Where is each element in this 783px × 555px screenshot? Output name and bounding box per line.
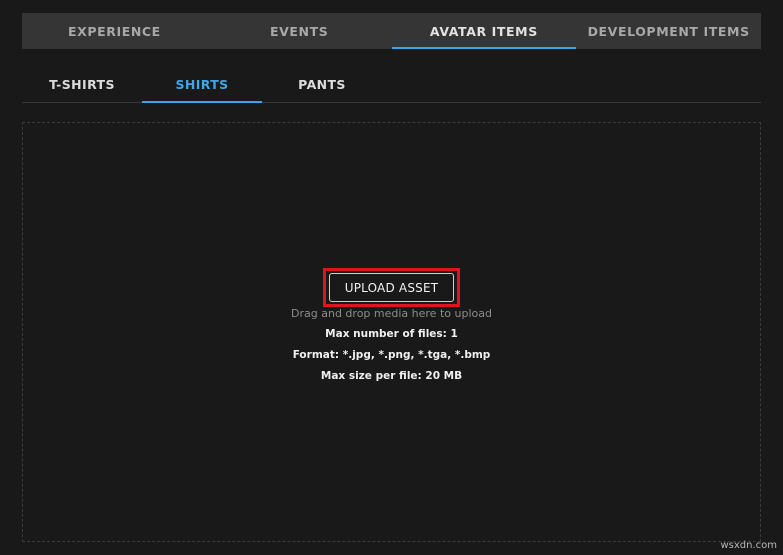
- watermark: wsxdn.com: [720, 540, 777, 551]
- sub-tab-bar: T-SHIRTS SHIRTS PANTS: [22, 67, 761, 103]
- top-tab-bar: EXPERIENCE EVENTS AVATAR ITEMS DEVELOPME…: [22, 13, 761, 49]
- max-files-text: Max number of files: 1: [325, 328, 458, 340]
- page: EXPERIENCE EVENTS AVATAR ITEMS DEVELOPME…: [0, 0, 783, 555]
- tab-events[interactable]: EVENTS: [207, 13, 392, 49]
- subtab-t-shirts[interactable]: T-SHIRTS: [22, 67, 142, 102]
- drag-drop-hint: Drag and drop media here to upload: [291, 307, 492, 320]
- subtab-pants[interactable]: PANTS: [262, 67, 382, 102]
- upload-asset-button[interactable]: UPLOAD ASSET: [329, 273, 454, 302]
- format-text: Format: *.jpg, *.png, *.tga, *.bmp: [292, 349, 491, 361]
- subtab-shirts[interactable]: SHIRTS: [142, 67, 262, 103]
- max-size-text: Max size per file: 20 MB: [320, 370, 463, 382]
- tab-experience[interactable]: EXPERIENCE: [22, 13, 207, 49]
- tab-avatar-items[interactable]: AVATAR ITEMS: [391, 13, 577, 49]
- tab-development-items[interactable]: DEVELOPMENT ITEMS: [576, 13, 761, 49]
